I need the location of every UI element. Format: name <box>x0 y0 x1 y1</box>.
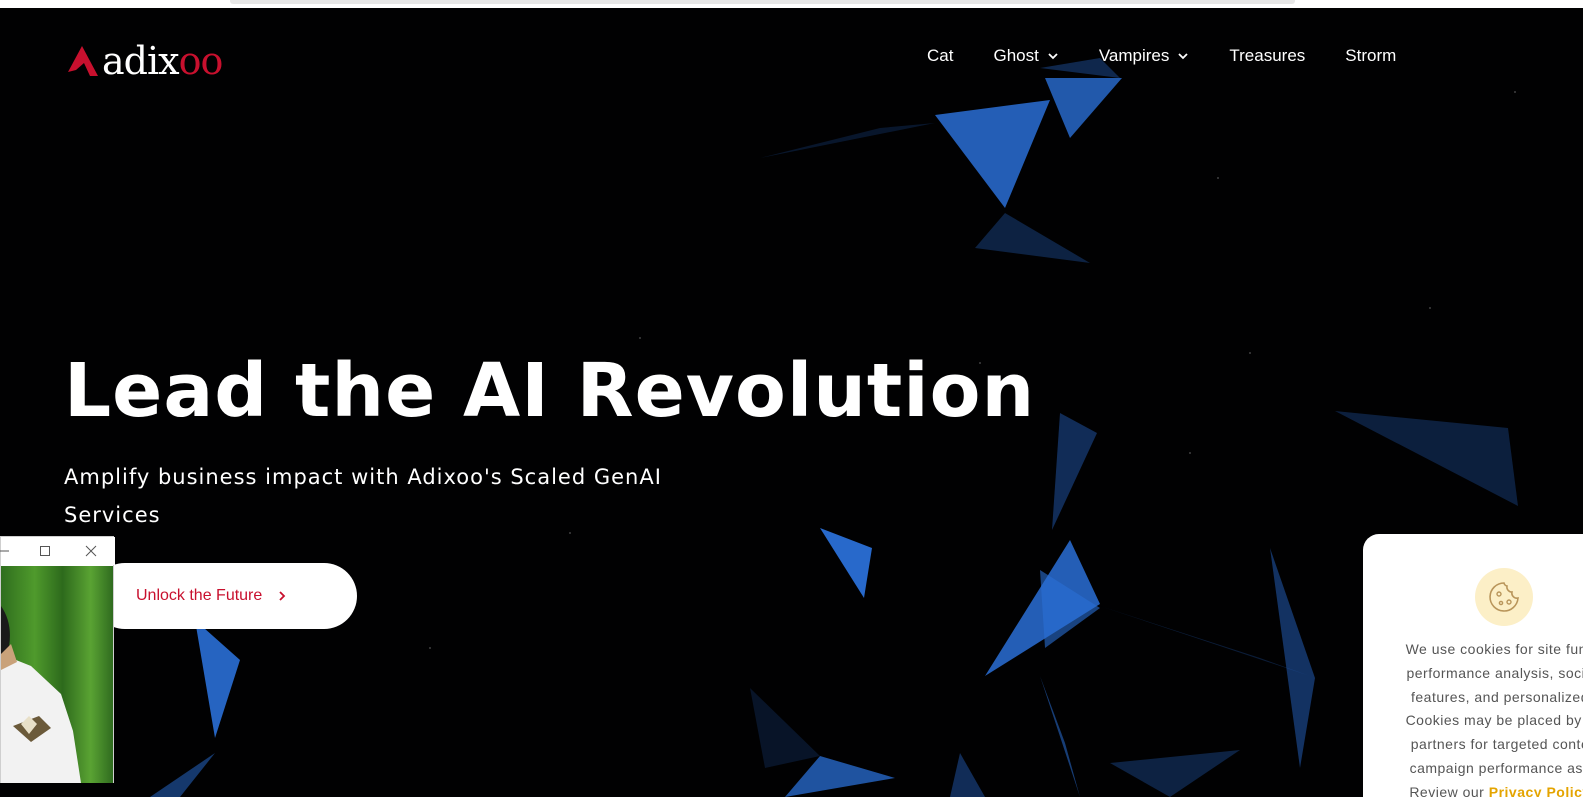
cookie-icon <box>1475 568 1533 626</box>
webcam-overlay-window[interactable] <box>0 536 115 783</box>
cookie-review-text: Review our <box>1409 783 1485 797</box>
cookie-line: Cookies may be placed by u <box>1405 712 1583 729</box>
star-dot <box>1217 177 1219 179</box>
unlock-future-button[interactable]: Unlock the Future <box>92 563 357 629</box>
bg-shape <box>820 528 872 598</box>
cookie-line: features, and personalized <box>1411 688 1583 705</box>
bg-shape <box>975 213 1090 263</box>
hero-subheadline: Amplify business impact with Adixoo's Sc… <box>64 465 662 527</box>
chevron-down-icon <box>1178 53 1189 60</box>
cookie-line: performance analysis, socia <box>1406 664 1583 681</box>
nav-item-label: Cat <box>927 46 954 65</box>
chevron-right-icon <box>279 591 286 601</box>
nav-item-label: Strorm <box>1345 46 1397 65</box>
scroll-track <box>230 0 1295 4</box>
nav-item-vampires[interactable]: Vampires <box>1099 44 1190 68</box>
star-dot <box>1429 307 1431 309</box>
nav-item-label: Treasures <box>1229 46 1306 65</box>
bg-shape <box>1100 606 1310 676</box>
logo-main-text: adix <box>102 39 180 83</box>
star-dot <box>429 647 431 649</box>
maximize-icon[interactable] <box>38 544 52 558</box>
bg-shape <box>750 688 820 768</box>
cookie-line: campaign performance ass <box>1409 759 1583 776</box>
nav-item-strorm[interactable]: Strorm <box>1345 44 1396 68</box>
minimize-icon[interactable] <box>0 544 11 558</box>
brand-logo[interactable]: adixoo <box>66 38 224 84</box>
webcam-title-bar[interactable] <box>0 537 115 565</box>
bg-shape <box>1045 78 1122 138</box>
bg-shape <box>935 100 1050 208</box>
cookie-line: We use cookies for site func <box>1405 641 1583 657</box>
bg-shape <box>950 753 985 797</box>
cookie-consent-panel: We use cookies for site func performance… <box>1363 534 1583 797</box>
bg-shape <box>195 620 240 738</box>
star-dot <box>1249 352 1251 354</box>
cookie-message: We use cookies for site func performance… <box>1385 638 1583 797</box>
nav-item-treasures[interactable]: Treasures <box>1229 44 1305 68</box>
star-dot <box>1514 91 1516 93</box>
nav-item-cat[interactable]: Cat <box>927 44 953 68</box>
cookie-line: partners for targeted conte <box>1410 736 1583 753</box>
nav-item-label: Ghost <box>993 46 1039 65</box>
bg-shape <box>760 123 935 158</box>
chevron-down-icon <box>1048 53 1058 60</box>
close-icon[interactable] <box>84 544 98 558</box>
hero-section: adixoo Cat Ghost Vampires Treasures Stro… <box>0 8 1583 797</box>
cta-label: Unlock the Future <box>136 587 263 604</box>
star-dot <box>639 337 641 339</box>
bg-shape <box>1270 548 1315 768</box>
logo-wordmark: adixoo <box>102 39 224 83</box>
bg-shape <box>150 753 215 797</box>
star-dot <box>1189 452 1191 454</box>
bg-shape <box>785 756 895 797</box>
bg-shape <box>1052 413 1097 530</box>
hero-headline: Lead the AI Revolution <box>64 348 1036 434</box>
nav-item-label: Vampires <box>1098 46 1170 65</box>
logo-accent-text: oo <box>178 39 224 83</box>
webcam-video-feed <box>1 566 113 783</box>
logo-mark-icon <box>68 46 98 76</box>
main-navigation: Cat Ghost Vampires Treasures Strorm <box>927 44 1396 68</box>
bg-shape <box>1040 676 1080 797</box>
browser-top-strip <box>0 0 1583 8</box>
privacy-policy-link[interactable]: Privacy Policy <box>1489 784 1583 797</box>
bg-shape <box>1335 411 1518 506</box>
nav-item-ghost[interactable]: Ghost <box>993 44 1058 68</box>
bg-shape <box>1110 750 1240 797</box>
cookie-line-last: Review our Privacy Policy <box>1385 781 1583 797</box>
